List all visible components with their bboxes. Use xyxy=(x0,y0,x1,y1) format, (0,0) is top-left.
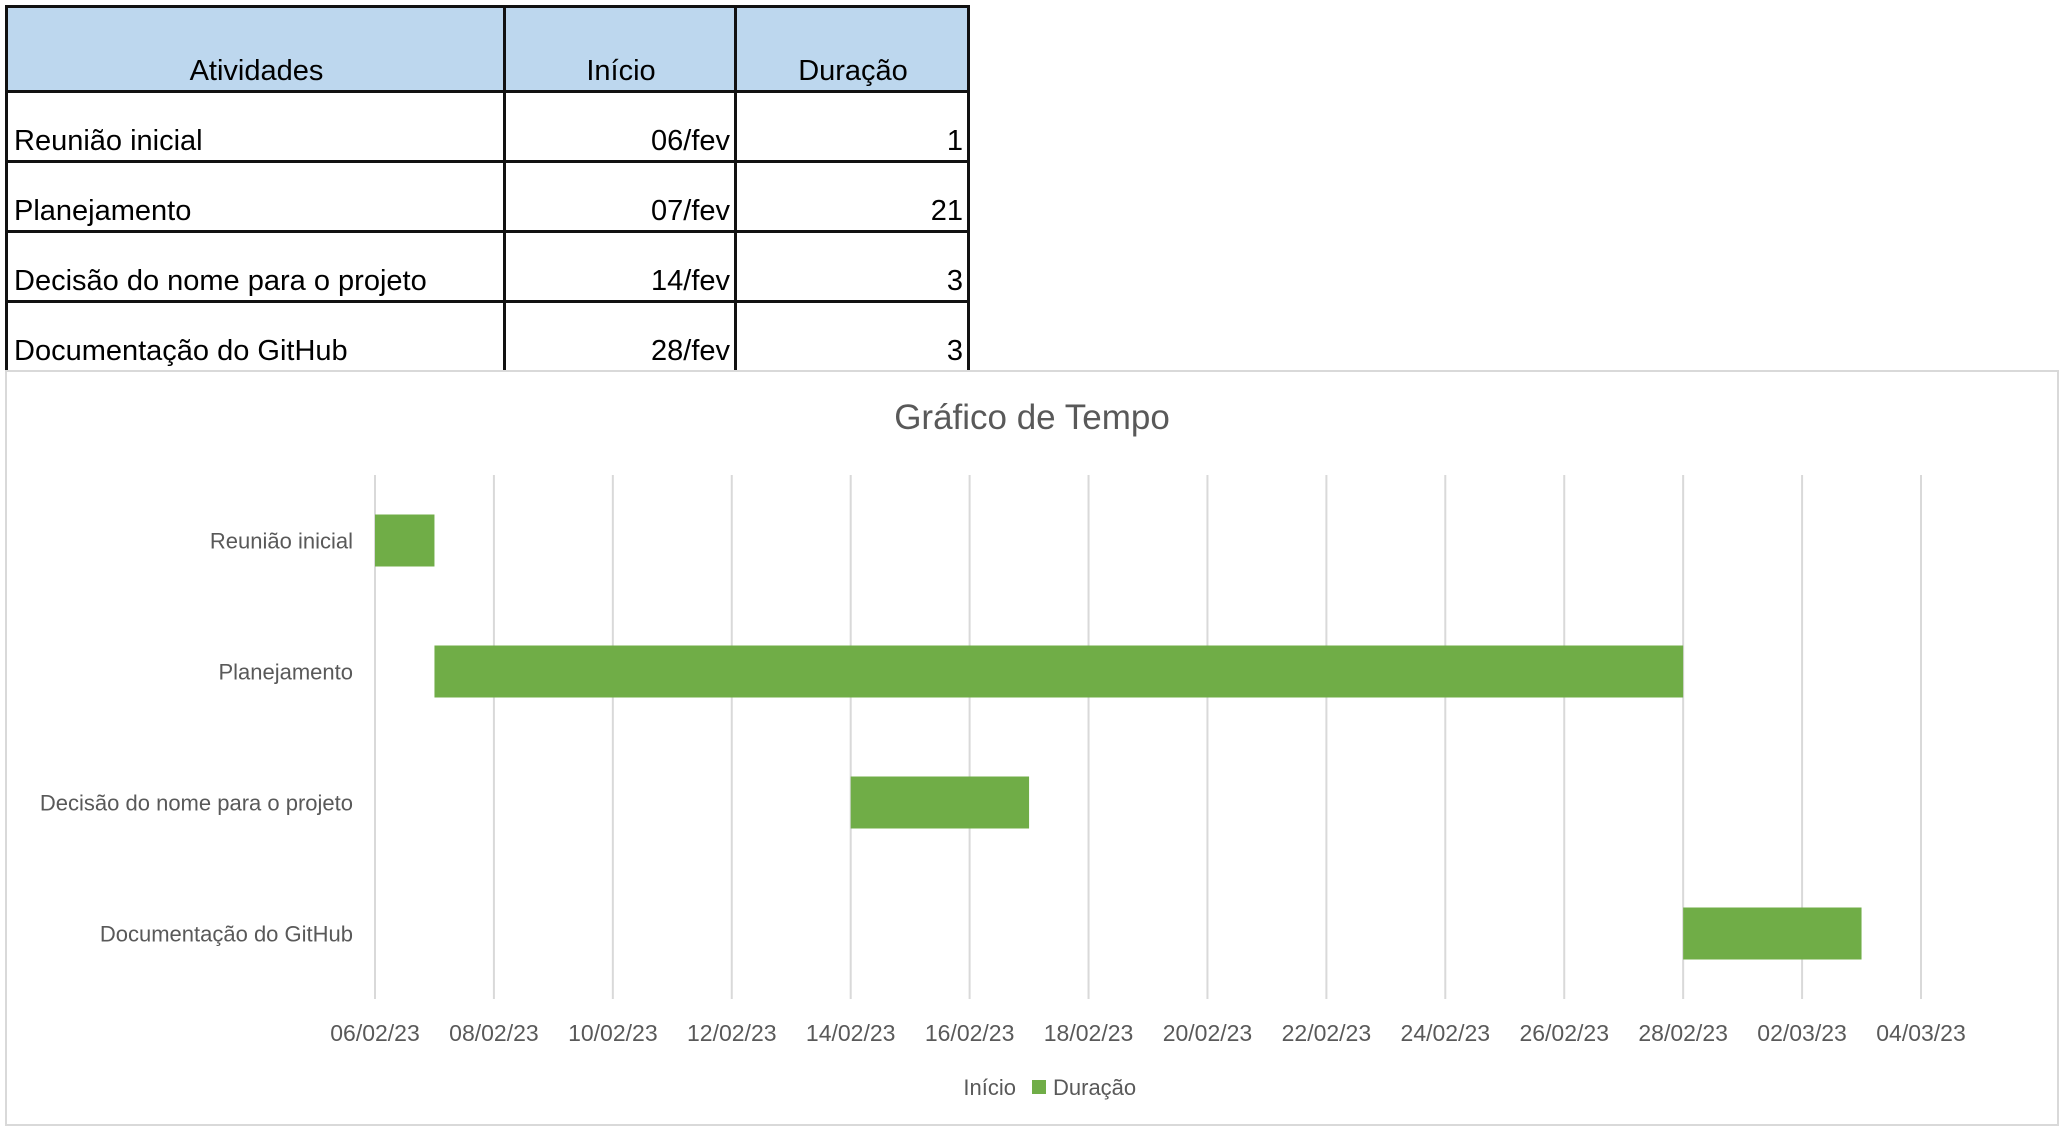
cell-duracao[interactable]: 3 xyxy=(734,300,970,370)
duration-bar[interactable] xyxy=(375,514,435,567)
legend-label-inicio: Início xyxy=(963,1075,1016,1100)
table-header-row: Atividades Início Duração xyxy=(5,5,970,93)
cell-duracao[interactable]: 21 xyxy=(734,160,970,233)
duration-bar[interactable] xyxy=(850,776,1030,829)
x-tick-label: 16/02/23 xyxy=(925,1020,1015,1046)
cell-inicio[interactable]: 14/fev xyxy=(503,230,737,303)
cell-atividade[interactable]: Decisão do nome para o projeto xyxy=(5,230,506,303)
duration-bar[interactable] xyxy=(434,645,1684,698)
chart-svg: Gráfico de Tempo 06/02/23 08/02/23 10/02/23… xyxy=(40,398,1966,1100)
category-label: Reunião inicial xyxy=(210,529,353,554)
x-tick-label: 26/02/23 xyxy=(1519,1020,1609,1046)
header-inicio[interactable]: Início xyxy=(503,5,737,93)
header-atividades[interactable]: Atividades xyxy=(5,5,506,93)
category-label: Documentação do GitHub xyxy=(100,922,353,947)
cell-atividade[interactable]: Documentação do GitHub xyxy=(5,300,506,370)
cell-atividade[interactable]: Reunião inicial xyxy=(5,90,506,163)
table-row: Reunião inicial 06/fev 1 xyxy=(5,90,970,163)
table-row: Documentação do GitHub 28/fev 3 xyxy=(5,300,970,370)
table-row: Planejamento 07/fev 21 xyxy=(5,160,970,233)
cell-duracao[interactable]: 3 xyxy=(734,230,970,303)
x-tick-label: 18/02/23 xyxy=(1044,1020,1134,1046)
cell-inicio[interactable]: 07/fev xyxy=(503,160,737,233)
legend-swatch-duracao xyxy=(1032,1080,1046,1094)
cell-inicio[interactable]: 28/fev xyxy=(503,300,737,370)
x-tick-label: 14/02/23 xyxy=(806,1020,896,1046)
gantt-chart[interactable]: Gráfico de Tempo 06/02/23 08/02/23 10/02/23… xyxy=(5,370,2059,1126)
category-label: Decisão do nome para o projeto xyxy=(40,791,353,816)
x-tick-label: 28/02/23 xyxy=(1638,1020,1728,1046)
x-tick-label: 08/02/23 xyxy=(449,1020,539,1046)
cell-atividade[interactable]: Planejamento xyxy=(5,160,506,233)
header-duracao[interactable]: Duração xyxy=(734,5,970,93)
x-tick-label: 04/03/23 xyxy=(1876,1020,1966,1046)
activities-table: Atividades Início Duração Reunião inicia… xyxy=(5,5,970,370)
chart-title: Gráfico de Tempo xyxy=(894,398,1170,437)
category-label: Planejamento xyxy=(218,660,353,685)
x-tick-label: 24/02/23 xyxy=(1401,1020,1491,1046)
x-tick-label: 06/02/23 xyxy=(330,1020,420,1046)
x-tick-label: 10/02/23 xyxy=(568,1020,658,1046)
cell-duracao[interactable]: 1 xyxy=(734,90,970,163)
legend-label-duracao: Duração xyxy=(1053,1075,1136,1100)
x-tick-label: 20/02/23 xyxy=(1163,1020,1253,1046)
x-tick-label: 12/02/23 xyxy=(687,1020,777,1046)
duration-bar[interactable] xyxy=(1683,907,1862,960)
x-tick-label: 22/02/23 xyxy=(1282,1020,1372,1046)
table-row: Decisão do nome para o projeto 14/fev 3 xyxy=(5,230,970,303)
cell-inicio[interactable]: 06/fev xyxy=(503,90,737,163)
x-tick-label: 02/03/23 xyxy=(1757,1020,1847,1046)
